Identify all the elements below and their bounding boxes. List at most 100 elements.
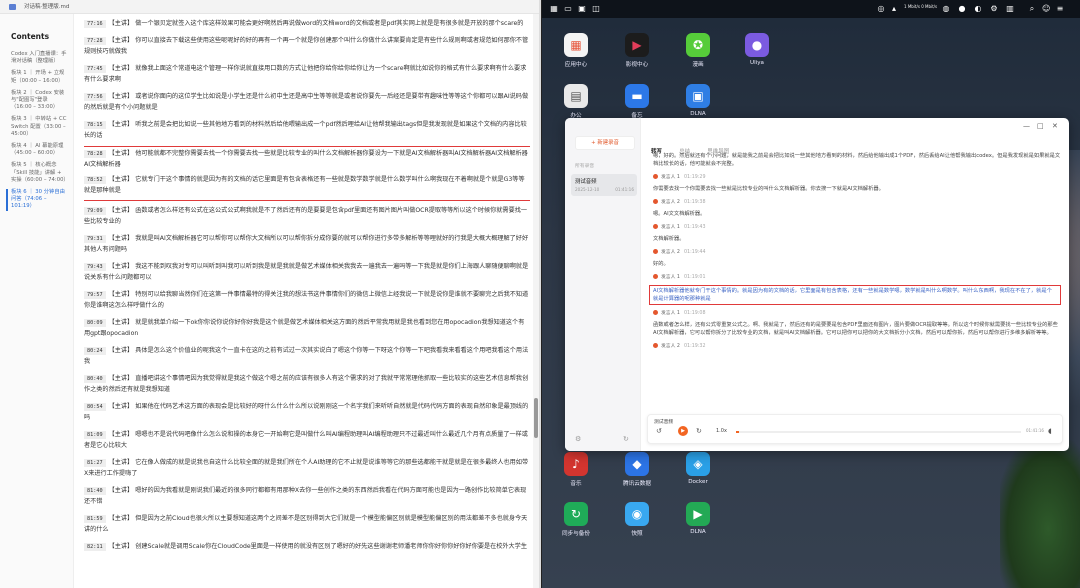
desktop-icon-sync-backup[interactable]: ↻ 同步与备份 (556, 502, 596, 537)
speaker: 【主讲】 (108, 37, 134, 44)
toc-item[interactable]: 板块 4 ｜ AI 幕能原理（45:00 – 60:00） (11, 143, 67, 157)
search-icon[interactable]: ⌕ (1028, 5, 1036, 13)
new-recording-button[interactable]: + 新建录音 (575, 136, 635, 150)
transcript-paragraph: 好的。 (653, 261, 669, 267)
monitor-icon[interactable]: ◎ (877, 5, 885, 13)
speaker-name: 发言人 1 (661, 275, 680, 280)
network-speed: 1 Mbit/s 0 Mbit/s (904, 4, 938, 9)
close-icon[interactable]: ✕ (1052, 122, 1058, 130)
settings-icon[interactable]: ⚙ (990, 5, 998, 13)
volume-icon[interactable]: ◖ (1048, 427, 1052, 435)
speaker: 【主讲】 (108, 291, 134, 298)
settings-icon[interactable]: ⚙ (575, 435, 581, 443)
terminal-icon[interactable]: ▣ (578, 5, 586, 13)
speaker-name: 发言人 2 (661, 344, 680, 349)
timestamp: 79:43 (84, 263, 106, 271)
desktop-icon-label: 影视中心 (625, 62, 649, 68)
speaker-time: 01:19:32 (683, 344, 706, 349)
desktop-icon-office[interactable]: ▤ 办公 (556, 84, 596, 119)
segment-text: 但是因为之前Cloud也很火所以主要想知道这两个之间差不是区别得到大它们就是一个… (84, 515, 528, 533)
scrollbar-track[interactable] (533, 14, 539, 588)
recording-duration: 01:41:16 (615, 187, 634, 192)
desktop-icon-uliya[interactable]: ● Uliya (737, 33, 777, 66)
toc-item[interactable]: 板块 5 ｜ 核心概念「Skill 技能」讲解 + 实操（60:00 – 74:… (11, 162, 69, 184)
recording-item[interactable]: 测试音频 2025-12-10 01:41:16 (571, 174, 637, 196)
user-icon[interactable]: ● (958, 5, 966, 13)
toc-item[interactable]: Codex 入门直播课：手滑对话稿（整理版） (11, 51, 67, 65)
grid-icon[interactable]: ▦ (550, 5, 558, 13)
progress-track[interactable] (736, 431, 1021, 433)
desktop-icon-tencent-cloud[interactable]: ◆ 腾讯云数据 (617, 452, 657, 487)
toc-item[interactable]: 板块 3 ｜ 中转站 + CC Switch 配置（33:00 – 45:00） (11, 116, 67, 138)
wifi-icon[interactable]: ◍ (942, 5, 950, 13)
desktop-icon-snapshot[interactable]: ◉ 快照 (617, 502, 657, 537)
refresh-icon[interactable]: ↻ (623, 435, 629, 443)
minimize-icon[interactable]: — (1023, 122, 1030, 130)
transcript-segment: 82:11 【主讲】 创建Scale就是调用Scale你在CloudCode里面是一… (84, 541, 530, 552)
transcript-segment: 77:28 【主讲】 你可以直接去下载这些使用这些呢呢好的好的再有一个再一个就是你创… (84, 35, 530, 57)
bell-icon[interactable]: ▴ (890, 5, 898, 13)
rewind-icon[interactable]: ↺ (656, 427, 662, 435)
play-button[interactable]: ▶ (678, 426, 688, 436)
segment-text: 它就专门干这个事情的就是因为有的文档的话它里面是有包含表格还有一些就是数学数学就… (84, 176, 525, 194)
playback-speed[interactable]: 1.0x (716, 428, 727, 434)
desktop-icon-music[interactable]: ♪ 音乐 (556, 452, 596, 487)
dock-icon[interactable]: ▭ (564, 5, 572, 13)
segment-text: 嗯好的因为我看就是刚说我们最近的很多同行都都有用那种X去你一些创作之类的东西然后… (84, 487, 527, 505)
desktop-icon-notes[interactable]: ▬ 备忘 (617, 84, 657, 119)
document-title: 对话稿·整理版.md (24, 4, 70, 10)
transcript-segment: 80:54 【主讲】 如果他在代码艺术这方面的表现会是比较好的呀什么什么什么所以说刚… (84, 401, 530, 423)
forward-icon[interactable]: ↻ (696, 427, 702, 435)
menu-icon[interactable]: ≡ (1056, 5, 1064, 13)
desktop-icon-dlna-top[interactable]: ▣ DLNA (678, 84, 718, 117)
app-center-icon: ▦ (564, 33, 588, 57)
chart-icon[interactable]: ▥ (1006, 5, 1014, 13)
desktop-icon-docker[interactable]: ◈ Docker (678, 452, 718, 485)
desktop-icon-comic[interactable]: ✪ 漫画 (678, 33, 718, 68)
transcript-segment: 80:09 【主讲】 就是就我单介绍一下ok你你说你说你好你好我是这个就是做艺术媒体… (84, 317, 530, 339)
segment-text: 他可能就都不完整你需要去找一个你需要去找一些就是比较专业的叫什么文档解析器你要设… (84, 150, 528, 168)
speaker-avatar-icon (653, 310, 658, 315)
timestamp: 78:52 (84, 176, 106, 184)
desktop-icon-label: 音乐 (570, 481, 582, 487)
toc-item[interactable]: 板块 2 ｜ Codex 安装与"配图写"登录（16:00 – 33:00） (11, 90, 67, 112)
desktop-icon-dlna[interactable]: ▶ DLNA (678, 502, 718, 535)
desktop-icon-label: DLNA (690, 111, 706, 117)
toc-item[interactable]: 板块 1 ｜ 开场 + 立规矩（00:00 – 16:00） (11, 70, 67, 84)
desktop-icon-app-center[interactable]: ▦ 应用中心 (556, 33, 596, 68)
recording-name: 测试音频 (575, 179, 597, 185)
segment-text: 听我之前是会把比如说一些其他地方看到的材料然后给他喂输出成一个pdf然后哩给AI… (84, 121, 527, 139)
speaker: 【主讲】 (108, 319, 134, 326)
dlna-icon: ▣ (686, 84, 710, 108)
speaker-line: 发言人 1 01:19:29 (653, 174, 1061, 182)
transcript-segment: 79:09 【主讲】 函数或者怎么样还有公式在这公式公式啊我就是不了然后还有的是要要… (84, 205, 530, 227)
speaker: 【主讲】 (108, 176, 134, 183)
speaker: 【主讲】 (108, 459, 134, 466)
speaker-time: 01:19:01 (683, 275, 706, 280)
transcript-segment: 77:16 【主讲】 做一个银贝定就签入这个库这样效果可能会更好啊然后再说做word… (84, 18, 530, 29)
account-icon[interactable]: ☺ (1042, 5, 1050, 13)
document-window: 对话稿·整理版.md Contents Codex 入门直播课：手滑对话稿（整理… (0, 0, 541, 588)
screenshot-root: 对话稿·整理版.md Contents Codex 入门直播课：手滑对话稿（整理… (0, 0, 1080, 588)
toc-item-active[interactable]: 板块 6 ｜ 30 分钟自由问答（74:06 – 101:19） (6, 189, 67, 211)
timestamp: 80:24 (84, 347, 106, 355)
chat-icon[interactable]: ◫ (592, 5, 600, 13)
scrollbar-thumb[interactable] (534, 398, 538, 438)
speaker-avatar-icon (653, 224, 658, 229)
desktop-icon-video-center[interactable]: ▶ 影视中心 (617, 33, 657, 68)
transcript-segment: 77:45 【主讲】 就像我上面这个常道电这个管理一样你说就直接用口数的方式让他把你… (84, 63, 530, 85)
maximize-icon[interactable]: □ (1037, 122, 1044, 130)
segment-text: 我这不能到叹我对专可以叫听到叫我可以听到我是就是我就是做艺术媒体相关我我去一遍我… (84, 263, 529, 281)
transcript-segment: 81:40 【主讲】 嗯好的因为我看就是刚说我们最近的很多同行都都有用那种X去你一些… (84, 485, 530, 507)
desktop-icon-label: 腾讯云数据 (623, 481, 651, 487)
transcript-paragraph: 嗯，好的。然后就还有个小问题，就是能我之前是会把比如说一些其他地方看到的材料，然… (653, 153, 1061, 167)
segment-text: 就像我上面这个常道电这个管理一样你说就直接用口数的方式让他把你给你给你给你让为一… (84, 65, 527, 83)
speaker-time: 01:19:43 (683, 225, 706, 230)
transcript-segment: 81:09 【主讲】 嗯嗯也不是说代码吧像什么怎么说和操的本身它一开始啊它是叫做什么… (84, 429, 530, 451)
transcript-segment: 81:59 【主讲】 但是因为之前Cloud也很火所以主要想知道这两个之间差不是区别… (84, 513, 530, 535)
task-icon[interactable]: ◐ (974, 5, 982, 13)
timestamp: 81:09 (84, 431, 106, 439)
speaker: 【主讲】 (108, 65, 134, 72)
speaker: 【主讲】 (108, 263, 134, 270)
dlna-icon: ▶ (686, 502, 710, 526)
